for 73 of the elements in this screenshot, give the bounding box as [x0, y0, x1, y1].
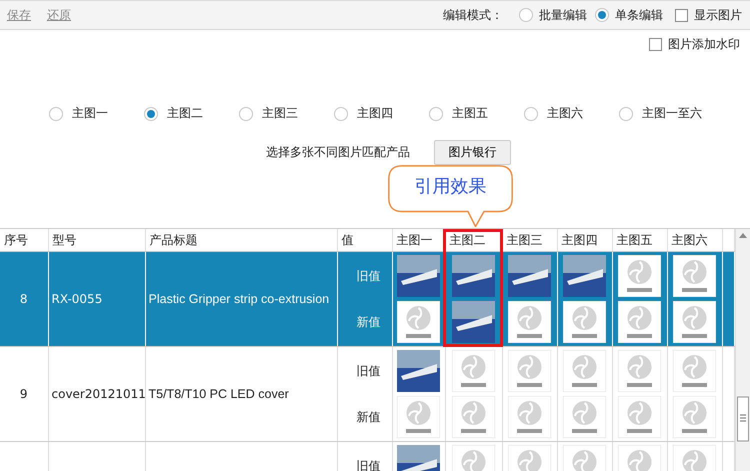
value-label: 旧值: [356, 458, 382, 471]
toolbar-link[interactable]: 还原: [47, 6, 71, 24]
checkbox-label: 图片添加水印: [668, 36, 740, 53]
image-choice-radio[interactable]: [334, 106, 348, 120]
value-label: 新值: [356, 314, 382, 330]
image-choice-radio[interactable]: [524, 106, 538, 120]
column-header: 主图五: [612, 229, 667, 252]
no-image-placeholder: [618, 255, 661, 297]
no-image-placeholder: [452, 350, 495, 392]
title-cell: Plastic Gripper strip co-extrusion: [145, 252, 337, 346]
no-image-placeholder: [563, 396, 606, 438]
no-image-placeholder: [673, 396, 716, 438]
model-cell: cover20121011: [48, 346, 145, 442]
no-image-placeholder: [508, 396, 551, 438]
index-cell: 9: [0, 346, 48, 442]
radio-label: 主图四: [357, 105, 393, 122]
column-header: 产品标题: [145, 229, 337, 252]
title-cell: T5/T8/T10 PC LED cover: [145, 346, 337, 442]
image-choice-radio[interactable]: [49, 106, 63, 120]
column-header: 序号: [0, 229, 48, 252]
checkbox-label: 显示图片: [694, 6, 742, 24]
model-cell: RX-0055: [48, 252, 145, 346]
column-header: 主图一: [392, 229, 445, 252]
radio-label: 批量编辑: [539, 6, 587, 24]
no-image-placeholder: [452, 396, 495, 438]
no-image-placeholder: [397, 396, 440, 438]
toolbar-link[interactable]: 保存: [7, 6, 31, 24]
edit-mode-label: 编辑模式：: [443, 6, 503, 24]
product-photo: [563, 255, 606, 297]
product-photo: [397, 350, 440, 392]
value-label: 旧值: [356, 362, 382, 380]
watermark-checkbox[interactable]: [649, 38, 662, 51]
no-image-placeholder: [618, 301, 661, 343]
column-header: 型号: [48, 229, 145, 252]
radio-label: 主图三: [262, 105, 298, 122]
product-photo: [397, 255, 440, 297]
radio-label: 主图六: [547, 105, 583, 122]
product-photo: [452, 301, 495, 343]
product-photo: [452, 255, 495, 297]
image-choice-radio[interactable]: [619, 106, 633, 120]
value-label: 旧值: [356, 268, 382, 284]
edit-mode-radio[interactable]: [519, 8, 533, 22]
value-label: 新值: [356, 408, 382, 426]
no-image-placeholder: [618, 396, 661, 438]
radio-label: 主图一至六: [642, 105, 702, 122]
column-header: 主图六: [667, 229, 722, 252]
scroll-bar[interactable]: [735, 229, 750, 471]
callout-text: 引用效果: [414, 175, 488, 198]
match-hint: 选择多张不同图片匹配产品: [266, 144, 410, 161]
radio-label: 主图二: [167, 105, 203, 122]
index-cell: 8: [0, 252, 48, 346]
show-images-checkbox[interactable]: [675, 8, 688, 22]
no-image-placeholder: [563, 350, 606, 392]
radio-label: 单条编辑: [615, 6, 663, 24]
radio-label: 主图五: [452, 105, 488, 122]
image-choice-radio[interactable]: [239, 106, 253, 120]
column-header: 值: [337, 229, 392, 252]
no-image-placeholder: [397, 301, 440, 343]
no-image-placeholder: [673, 301, 716, 343]
image-choice-radio[interactable]: [144, 106, 158, 120]
edit-mode-radio[interactable]: [595, 8, 609, 22]
column-header: 主图四: [557, 229, 612, 252]
image-bank-button[interactable]: 图片银行: [434, 140, 511, 165]
no-image-placeholder: [673, 255, 716, 297]
no-image-placeholder: [563, 301, 606, 343]
no-image-placeholder: [673, 350, 716, 392]
no-image-placeholder: [508, 350, 551, 392]
no-image-placeholder: [508, 301, 551, 343]
radio-label: 主图一: [72, 105, 108, 122]
image-choice-radio[interactable]: [429, 106, 443, 120]
column-header: 主图三: [502, 229, 557, 252]
no-image-placeholder: [618, 350, 661, 392]
product-photo: [508, 255, 551, 297]
